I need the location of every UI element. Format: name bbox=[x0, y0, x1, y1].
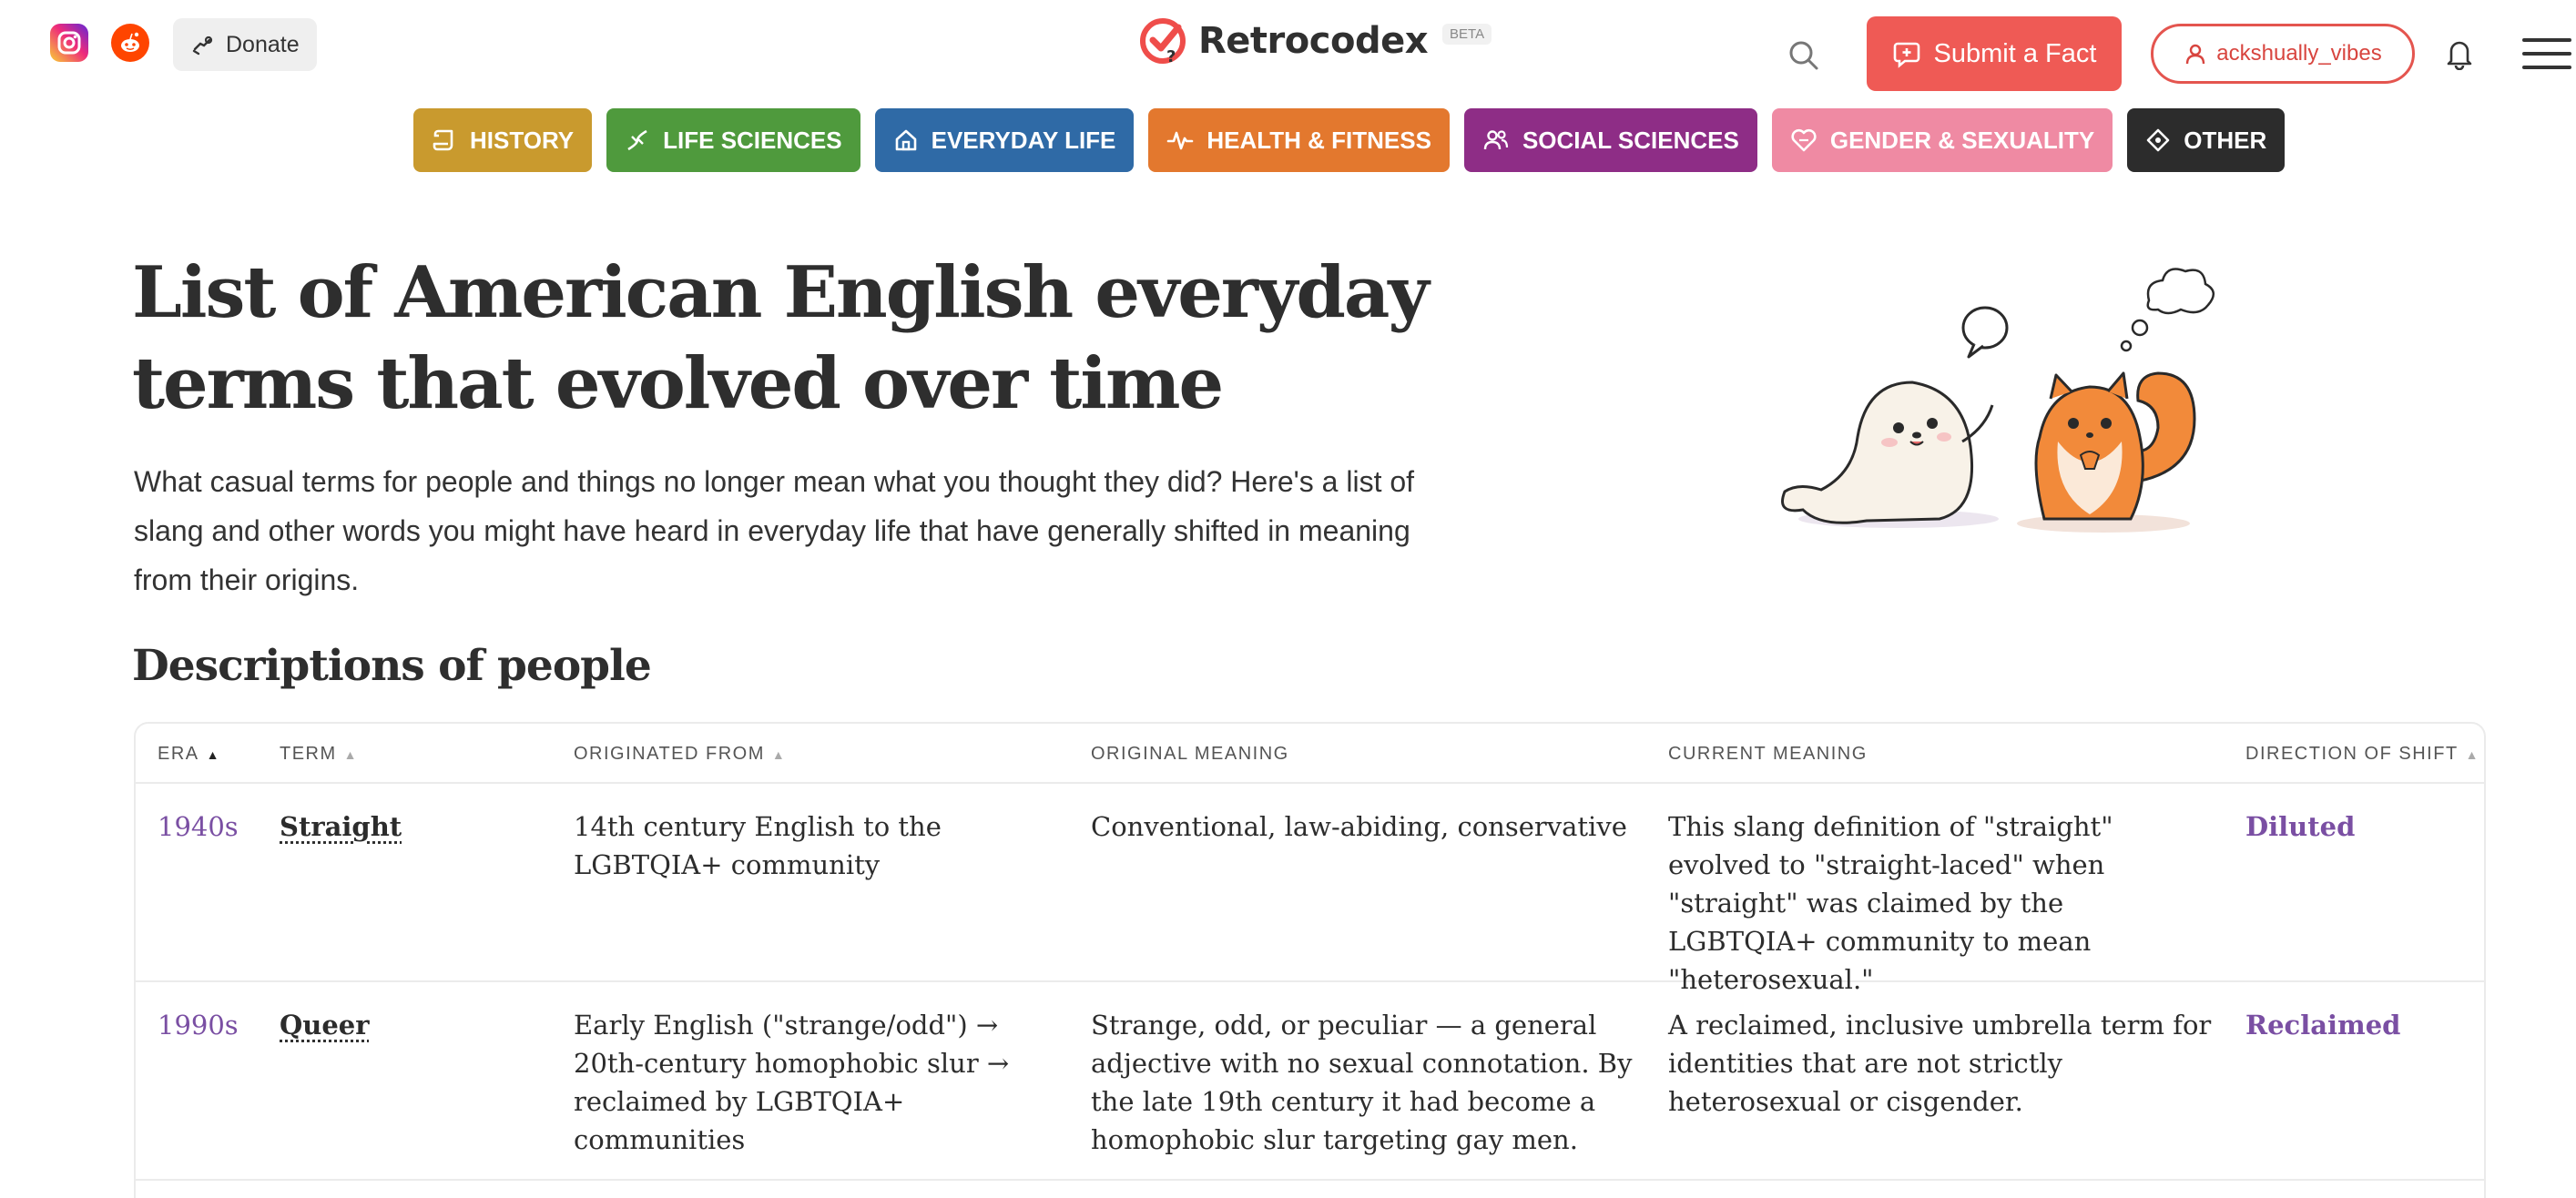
era-link[interactable]: 1990s bbox=[158, 1006, 239, 1044]
pulse-icon bbox=[1166, 127, 1194, 153]
home-icon bbox=[893, 127, 919, 153]
user-account-button[interactable]: ackshually_vibes bbox=[2151, 24, 2415, 84]
direction-of-shift-cell: Diluted bbox=[2245, 807, 2355, 846]
table-row: 1940s Straight 14th century English to t… bbox=[136, 784, 2484, 982]
column-header-term[interactable]: TERM ▲ bbox=[280, 744, 358, 765]
category-life-sciences[interactable]: LIFE SCIENCES bbox=[606, 108, 860, 172]
category-other[interactable]: OTHER bbox=[2127, 108, 2285, 172]
hero-illustration bbox=[1767, 255, 2222, 546]
category-everyday-life[interactable]: EVERYDAY LIFE bbox=[875, 108, 1135, 172]
origin-cell: Early English ("strange/odd") → 20th-cen… bbox=[574, 1006, 1065, 1159]
origin-cell: 14th century English to the LGBTQIA+ com… bbox=[574, 807, 1065, 884]
search-icon bbox=[1787, 38, 1821, 73]
section-heading: Descriptions of people bbox=[132, 641, 651, 691]
table-row: 1990s Queer Early English ("strange/odd"… bbox=[136, 982, 2484, 1181]
top-header: Donate ? Retrocodex BETA Submit a Fact a… bbox=[0, 0, 2576, 102]
original-meaning-cell: Strange, odd, or peculiar — a general ad… bbox=[1091, 1006, 1637, 1159]
menu-icon bbox=[2522, 38, 2571, 42]
people-icon bbox=[1482, 127, 1510, 153]
sort-icon: ▲ bbox=[344, 747, 358, 762]
current-meaning-cell: This slang definition of "straight" evol… bbox=[1668, 807, 2215, 999]
current-meaning-cell: A reclaimed, inclusive umbrella term for… bbox=[1668, 1006, 2215, 1121]
terms-table: ERA ▲ TERM ▲ ORIGINATED FROM ▲ ORIGINAL … bbox=[134, 722, 2486, 1198]
page-title: List of American English everyday terms … bbox=[132, 248, 1498, 430]
category-history[interactable]: HISTORY bbox=[413, 108, 592, 172]
heart-icon bbox=[1790, 127, 1817, 153]
column-header-current-meaning: CURRENT MEANING bbox=[1668, 744, 1868, 765]
beta-badge: BETA bbox=[1442, 24, 1492, 45]
submit-fact-button[interactable]: Submit a Fact bbox=[1867, 16, 2122, 91]
sort-icon: ▲ bbox=[2466, 747, 2479, 762]
column-header-direction-of-shift[interactable]: DIRECTION OF SHIFT ▲ bbox=[2245, 744, 2479, 765]
instagram-icon[interactable] bbox=[50, 24, 88, 62]
search-button[interactable] bbox=[1783, 35, 1825, 76]
menu-button[interactable] bbox=[2522, 35, 2571, 73]
username: ackshually_vibes bbox=[2216, 41, 2381, 66]
category-gender-sexuality[interactable]: GENDER & SEXUALITY bbox=[1772, 108, 2113, 172]
table-header: ERA ▲ TERM ▲ ORIGINATED FROM ▲ ORIGINAL … bbox=[136, 724, 2484, 784]
sort-icon: ▲ bbox=[772, 747, 786, 762]
logo-text: Retrocodex bbox=[1198, 20, 1428, 62]
column-header-originated-from[interactable]: ORIGINATED FROM ▲ bbox=[574, 744, 786, 765]
diamond-icon bbox=[2145, 127, 2171, 153]
donate-label: Donate bbox=[226, 32, 300, 58]
term-link[interactable]: Straight bbox=[280, 807, 402, 846]
category-nav: HISTORY LIFE SCIENCES EVERYDAY LIFE HEAL… bbox=[413, 108, 2285, 172]
direction-of-shift-cell: Reclaimed bbox=[2245, 1006, 2400, 1044]
scroll-icon bbox=[432, 127, 457, 153]
bell-icon bbox=[2444, 37, 2475, 70]
column-header-era[interactable]: ERA ▲ bbox=[158, 744, 220, 765]
user-icon bbox=[2184, 42, 2207, 66]
page-intro: What casual terms for people and things … bbox=[134, 457, 1445, 604]
svg-text:?: ? bbox=[1166, 47, 1176, 66]
submit-fact-label: Submit a Fact bbox=[1934, 39, 2097, 69]
category-social-sciences[interactable]: SOCIAL SCIENCES bbox=[1464, 108, 1757, 172]
column-header-original-meaning: ORIGINAL MEANING bbox=[1091, 744, 1289, 765]
reddit-icon[interactable] bbox=[111, 24, 149, 62]
donate-button[interactable]: Donate bbox=[173, 18, 317, 71]
logo-icon: ? bbox=[1138, 16, 1187, 66]
notifications-button[interactable] bbox=[2440, 35, 2479, 73]
site-logo[interactable]: ? Retrocodex BETA bbox=[1138, 16, 1492, 66]
category-health-fitness[interactable]: HEALTH & FITNESS bbox=[1148, 108, 1450, 172]
term-link[interactable]: Queer bbox=[280, 1006, 370, 1044]
donate-icon bbox=[191, 33, 215, 56]
plus-chat-icon bbox=[1892, 39, 1921, 68]
original-meaning-cell: Conventional, law-abiding, conservative bbox=[1091, 807, 1637, 846]
sort-asc-icon: ▲ bbox=[207, 747, 220, 762]
dna-icon bbox=[625, 127, 650, 153]
era-link[interactable]: 1940s bbox=[158, 807, 239, 846]
